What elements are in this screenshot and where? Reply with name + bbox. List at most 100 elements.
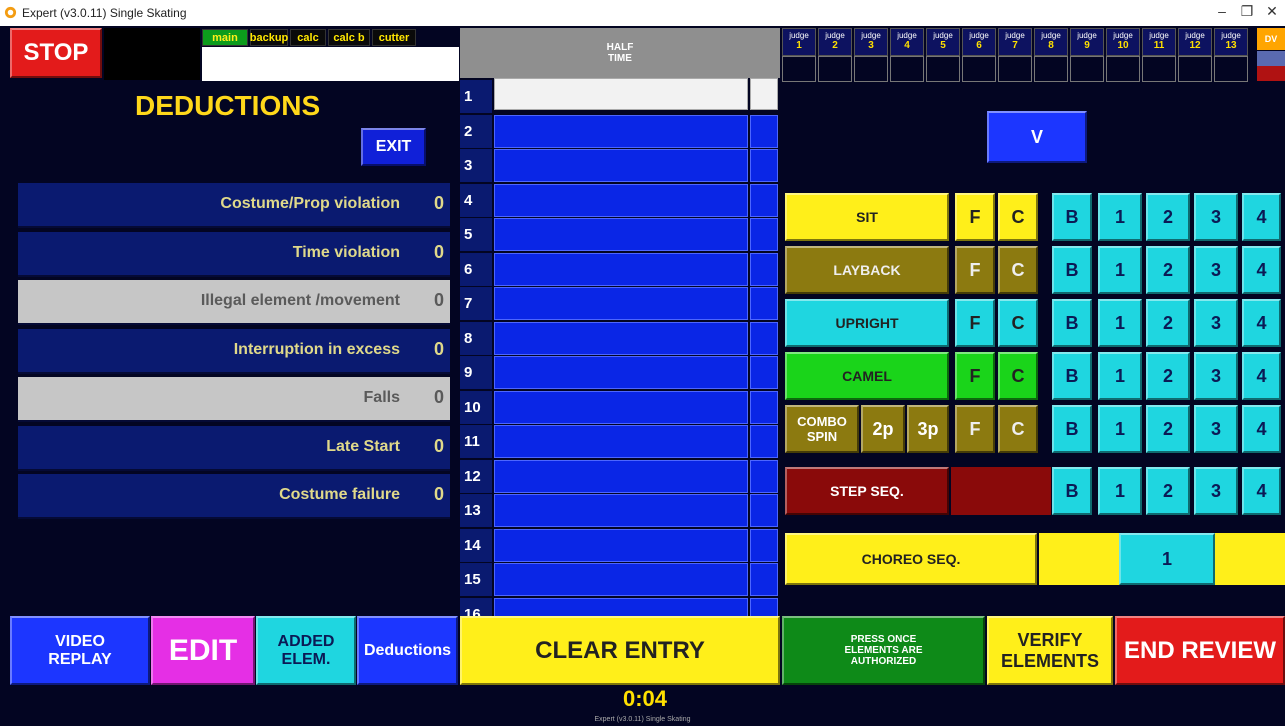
sit-button[interactable]: SIT <box>785 193 949 241</box>
deduction-row[interactable]: Costume failure 0 <box>18 474 450 519</box>
element-row-1-cell[interactable] <box>494 78 748 110</box>
element-row-cell[interactable] <box>494 563 748 596</box>
c-button[interactable]: C <box>998 352 1038 400</box>
element-row-extra[interactable] <box>750 563 778 596</box>
end-review-button[interactable]: END REVIEW <box>1115 616 1285 685</box>
element-row-1-extra[interactable] <box>750 78 778 110</box>
top-input-field[interactable] <box>202 47 459 81</box>
tab-backup[interactable]: backup <box>250 29 288 46</box>
level-4-button[interactable]: 4 <box>1242 405 1281 453</box>
level-2-button[interactable]: 2 <box>1146 405 1190 453</box>
level-1-button[interactable]: 1 <box>1098 405 1142 453</box>
element-row-extra[interactable] <box>750 287 778 320</box>
exit-button[interactable]: EXIT <box>361 128 426 166</box>
video-replay-button[interactable]: VIDEO REPLAY <box>10 616 150 685</box>
element-row-cell[interactable] <box>494 459 748 493</box>
level-1-button[interactable]: 1 <box>1098 193 1142 241</box>
deduction-row[interactable]: Interruption in excess 0 <box>18 329 450 374</box>
level-2-button[interactable]: 2 <box>1146 193 1190 241</box>
deduction-row[interactable]: Late Start 0 <box>18 426 450 471</box>
element-row-cell[interactable] <box>494 114 748 148</box>
element-row-extra[interactable] <box>750 459 778 493</box>
layback-button[interactable]: LAYBACK <box>785 246 949 294</box>
level-4-button[interactable]: 4 <box>1242 193 1281 241</box>
b-button[interactable]: B <box>1052 193 1092 241</box>
dv-button[interactable]: DV <box>1257 28 1285 50</box>
edit-button[interactable]: EDIT <box>151 616 255 685</box>
choreo-seq-button[interactable]: CHOREO SEQ. <box>785 533 1037 585</box>
tab-calc[interactable]: calc <box>290 29 326 46</box>
level-3-button[interactable]: 3 <box>1194 405 1238 453</box>
step-level-4-button[interactable]: 4 <box>1242 467 1281 515</box>
level-1-button[interactable]: 1 <box>1098 299 1142 347</box>
level-3-button[interactable]: 3 <box>1194 193 1238 241</box>
element-row-cell[interactable] <box>494 390 748 424</box>
f-button[interactable]: F <box>955 405 995 453</box>
level-3-button[interactable]: 3 <box>1194 246 1238 294</box>
element-row-cell[interactable] <box>494 494 748 527</box>
press-once-button[interactable]: PRESS ONCE ELEMENTS ARE AUTHORIZED <box>782 616 985 685</box>
combo-3p-button[interactable]: 3p <box>907 405 949 453</box>
element-row-cell[interactable] <box>494 252 748 286</box>
element-row-extra[interactable] <box>750 149 778 182</box>
element-row-cell[interactable] <box>494 356 748 389</box>
level-1-button[interactable]: 1 <box>1098 352 1142 400</box>
f-button[interactable]: F <box>955 246 995 294</box>
f-button[interactable]: F <box>955 352 995 400</box>
verify-elements-button[interactable]: VERIFY ELEMENTS <box>987 616 1113 685</box>
element-row-extra[interactable] <box>750 356 778 389</box>
b-button[interactable]: B <box>1052 405 1092 453</box>
element-row-cell[interactable] <box>494 425 748 458</box>
element-row-cell[interactable] <box>494 149 748 182</box>
tab-cutter[interactable]: cutter <box>372 29 416 46</box>
clear-entry-button[interactable]: CLEAR ENTRY <box>460 616 780 685</box>
element-row-cell[interactable] <box>494 321 748 355</box>
b-button[interactable]: B <box>1052 352 1092 400</box>
element-row-extra[interactable] <box>750 218 778 251</box>
b-button[interactable]: B <box>1052 246 1092 294</box>
element-row-extra[interactable] <box>750 390 778 424</box>
element-row-extra[interactable] <box>750 183 778 217</box>
element-row-cell[interactable] <box>494 528 748 562</box>
v-button[interactable]: V <box>987 111 1087 163</box>
c-button[interactable]: C <box>998 405 1038 453</box>
combo-spin-button[interactable]: COMBO SPIN <box>785 405 859 453</box>
deduction-row-selected[interactable]: Illegal element /movement 0 <box>18 280 450 325</box>
close-button[interactable]: ✕ <box>1262 3 1282 20</box>
choreo-level-1-button[interactable]: 1 <box>1119 533 1215 585</box>
step-level-1-button[interactable]: 1 <box>1098 467 1142 515</box>
level-2-button[interactable]: 2 <box>1146 246 1190 294</box>
step-level-3-button[interactable]: 3 <box>1194 467 1238 515</box>
level-4-button[interactable]: 4 <box>1242 246 1281 294</box>
b-button[interactable]: B <box>1052 299 1092 347</box>
element-row-extra[interactable] <box>750 494 778 527</box>
new-button[interactable] <box>1257 51 1285 66</box>
element-row-cell[interactable] <box>494 218 748 251</box>
upright-button[interactable]: UPRIGHT <box>785 299 949 347</box>
deduction-row[interactable]: Time violation 0 <box>18 232 450 277</box>
tab-main[interactable]: main <box>202 29 248 46</box>
step-seq-button[interactable]: STEP SEQ. <box>785 467 949 515</box>
added-elem-button[interactable]: ADDED ELEM. <box>256 616 356 685</box>
deduction-row[interactable]: Costume/Prop violation 0 <box>18 183 450 228</box>
c-button[interactable]: C <box>998 193 1038 241</box>
stop-button[interactable]: STOP <box>10 28 102 78</box>
tab-calc-b[interactable]: calc b <box>328 29 370 46</box>
combo-2p-button[interactable]: 2p <box>861 405 905 453</box>
element-row-extra[interactable] <box>750 321 778 355</box>
f-button[interactable]: F <box>955 193 995 241</box>
level-3-button[interactable]: 3 <box>1194 352 1238 400</box>
element-row-cell[interactable] <box>494 287 748 320</box>
element-row-extra[interactable] <box>750 114 778 148</box>
c-button[interactable]: C <box>998 246 1038 294</box>
camel-button[interactable]: CAMEL <box>785 352 949 400</box>
element-row-extra[interactable] <box>750 425 778 458</box>
level-4-button[interactable]: 4 <box>1242 352 1281 400</box>
level-4-button[interactable]: 4 <box>1242 299 1281 347</box>
maximize-button[interactable]: ❐ <box>1237 3 1257 20</box>
step-level-2-button[interactable]: 2 <box>1146 467 1190 515</box>
deduction-row-selected[interactable]: Falls 0 <box>18 377 450 422</box>
level-2-button[interactable]: 2 <box>1146 299 1190 347</box>
level-1-button[interactable]: 1 <box>1098 246 1142 294</box>
element-row-extra[interactable] <box>750 528 778 562</box>
